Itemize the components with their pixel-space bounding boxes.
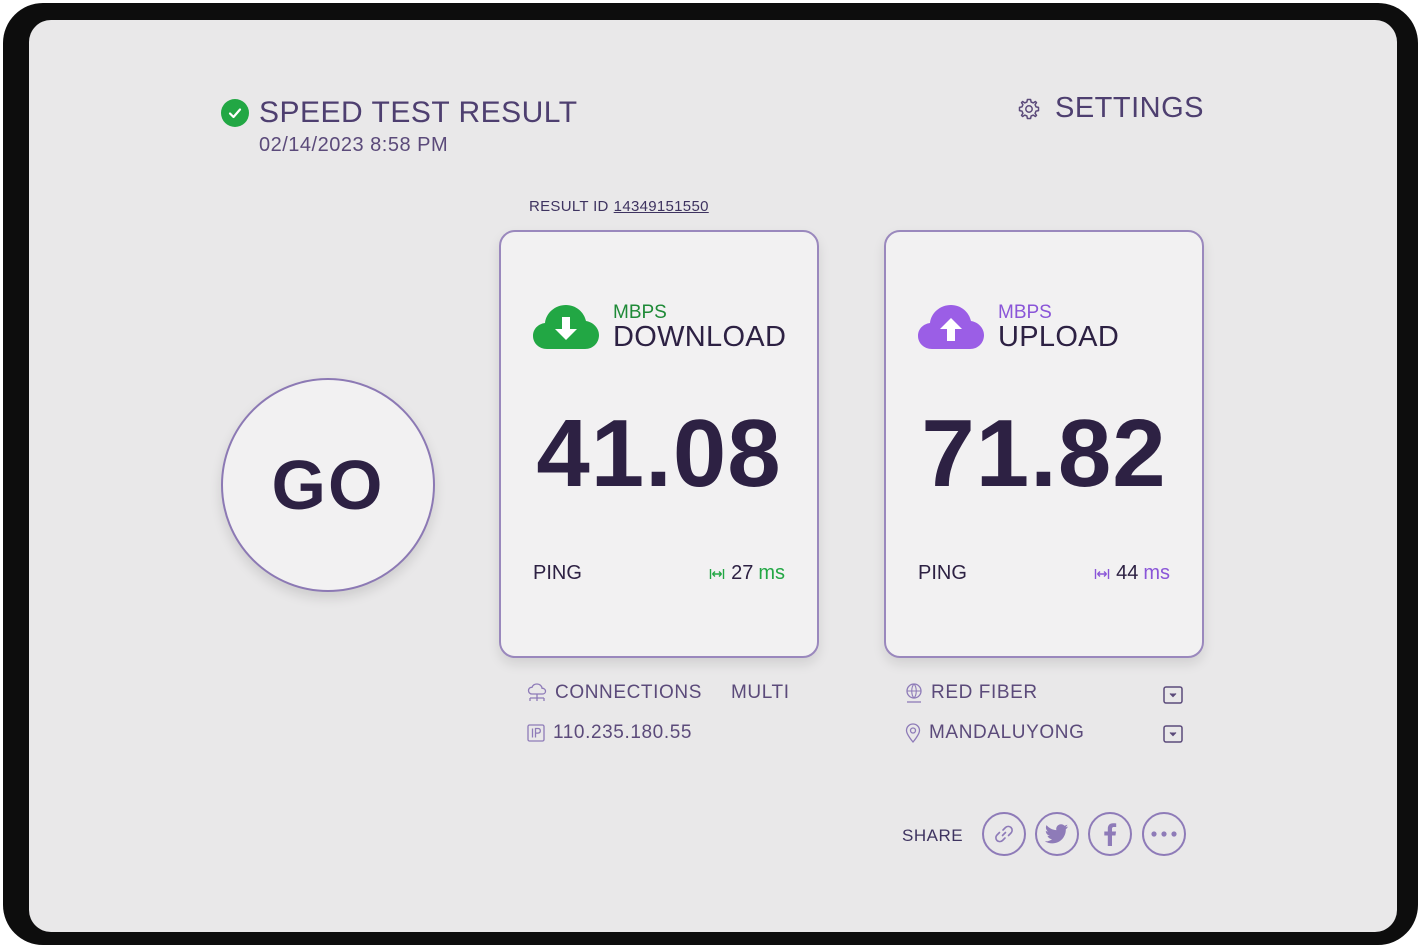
network-icon [527, 683, 547, 701]
upload-header: MBPS UPLOAD [918, 302, 1120, 353]
download-header: MBPS DOWNLOAD [533, 302, 787, 353]
download-ping-value: 27 [731, 562, 754, 584]
location-pin-icon [905, 723, 921, 743]
download-ping: 27 ms [709, 562, 785, 585]
share-more-button[interactable] [1142, 812, 1186, 856]
title-row: SPEED TEST RESULT [221, 96, 578, 130]
gear-icon [1018, 98, 1040, 119]
facebook-icon [1104, 823, 1117, 846]
link-icon [995, 825, 1013, 843]
settings-label: SETTINGS [1054, 92, 1204, 124]
upload-card: MBPS UPLOAD 71.82 PING 44 ms [884, 230, 1204, 658]
result-id-label: RESULT ID [529, 198, 609, 215]
dropdown-icon[interactable] [1163, 725, 1183, 743]
ip-icon [527, 724, 545, 742]
provider-name: RED FIBER [931, 682, 1038, 703]
page-title: SPEED TEST RESULT [259, 96, 578, 129]
upload-ping-unit: ms [1143, 562, 1170, 584]
dropdown-icon[interactable] [1163, 686, 1183, 704]
download-card: MBPS DOWNLOAD 41.08 PING 27 ms [499, 230, 819, 658]
upload-ping-label: PING [918, 562, 967, 584]
download-ping-unit: ms [758, 562, 785, 584]
result-id-link[interactable]: 14349151550 [614, 198, 709, 215]
share-facebook-button[interactable] [1088, 812, 1132, 856]
share-link-button[interactable] [982, 812, 1026, 856]
go-button[interactable]: GO [221, 378, 435, 592]
check-icon [221, 99, 249, 127]
app-screen: SPEED TEST RESULT 02/14/2023 8:58 PM SET… [29, 20, 1397, 932]
connections-row: CONNECTIONS [527, 682, 702, 704]
globe-person-icon [906, 683, 922, 703]
ping-icon [1094, 568, 1110, 579]
location-row: MANDALUYONG [905, 722, 1084, 744]
more-icon [1151, 831, 1177, 837]
download-ping-label: PING [533, 562, 582, 584]
upload-ping: 44 ms [1094, 562, 1170, 585]
device-frame: SPEED TEST RESULT 02/14/2023 8:58 PM SET… [3, 3, 1418, 945]
share-twitter-button[interactable] [1035, 812, 1079, 856]
location-name: MANDALUYONG [929, 722, 1085, 743]
upload-value: 71.82 [921, 400, 1167, 507]
share-label: SHARE [902, 826, 964, 845]
result-id: RESULT ID 14349151550 [529, 198, 709, 215]
provider-row: RED FIBER [905, 682, 1038, 704]
download-value: 41.08 [536, 400, 782, 507]
result-timestamp: 02/14/2023 8:58 PM [259, 134, 449, 156]
upload-cloud-icon [918, 305, 984, 349]
ip-address: 110.235.180.55 [553, 722, 693, 743]
ping-icon [709, 568, 725, 579]
download-unit: MBPS [613, 302, 667, 323]
go-label: GO [271, 446, 385, 524]
twitter-icon [1045, 824, 1068, 844]
connections-label: CONNECTIONS [555, 682, 702, 703]
ip-row: 110.235.180.55 [527, 722, 692, 744]
download-cloud-icon [533, 305, 599, 349]
upload-label: UPLOAD [998, 321, 1120, 353]
upload-ping-value: 44 [1116, 562, 1139, 584]
upload-unit: MBPS [998, 302, 1052, 323]
connections-value: MULTI [731, 682, 790, 703]
settings-button[interactable]: SETTINGS [1017, 92, 1204, 125]
download-label: DOWNLOAD [613, 321, 787, 353]
